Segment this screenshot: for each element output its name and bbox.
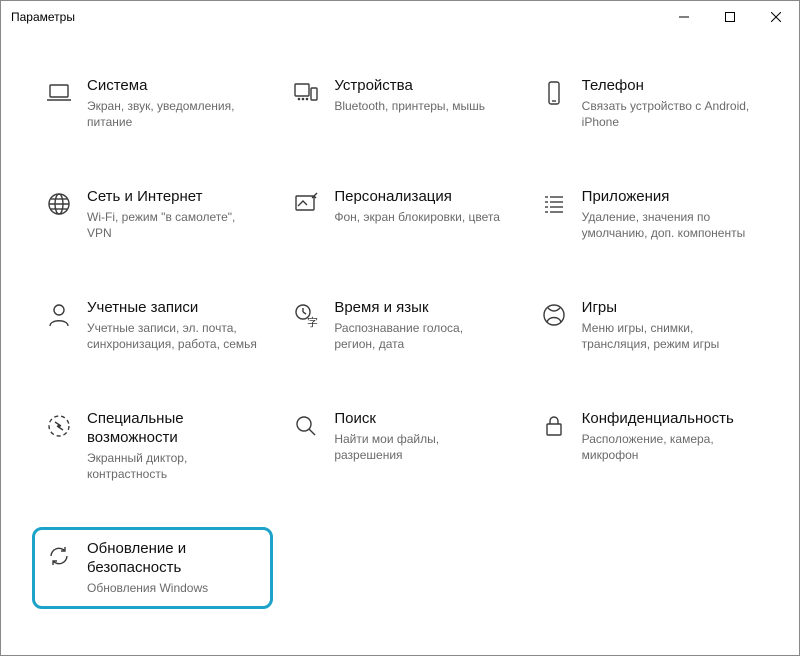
- tile-system[interactable]: Система Экран, звук, уведомления, питание: [41, 73, 264, 134]
- tile-text: Приложения Удаление, значения по умолчани…: [582, 188, 752, 241]
- tile-title: Конфиденциальность: [582, 410, 752, 429]
- tile-desc: Меню игры, снимки, трансляция, режим игр…: [582, 320, 752, 352]
- tile-text: Сеть и Интернет Wi-Fi, режим "в самолете"…: [87, 188, 257, 241]
- tile-title: Игры: [582, 299, 752, 318]
- tile-desc: Bluetooth, принтеры, мышь: [334, 98, 485, 114]
- tile-desc: Обновления Windows: [87, 580, 257, 596]
- devices-icon: [290, 77, 322, 107]
- tile-desc: Учетные записи, эл. почта, синхронизация…: [87, 320, 257, 352]
- window-title: Параметры: [11, 10, 75, 24]
- tile-personalization[interactable]: Персонализация Фон, экран блокировки, цве…: [288, 184, 511, 245]
- tile-desc: Удаление, значения по умолчанию, доп. ко…: [582, 209, 752, 241]
- tile-text: Обновление и безопасность Обновления Wind…: [87, 540, 262, 596]
- tile-desc: Фон, экран блокировки, цвета: [334, 209, 500, 225]
- tile-title: Сеть и Интернет: [87, 188, 257, 207]
- tile-update[interactable]: Обновление и безопасность Обновления Wind…: [32, 527, 273, 609]
- ease-of-access-icon: [43, 410, 75, 440]
- tile-title: Устройства: [334, 77, 485, 96]
- tile-desc: Экран, звук, уведомления, питание: [87, 98, 257, 130]
- tile-desc: Связать устройство с Android, iPhone: [582, 98, 752, 130]
- tile-accounts[interactable]: Учетные записи Учетные записи, эл. почта,…: [41, 295, 264, 356]
- tile-title: Специальные возможности: [87, 410, 262, 448]
- search-icon: [290, 410, 322, 440]
- tile-privacy[interactable]: Конфиденциальность Расположение, камера, …: [536, 406, 759, 486]
- laptop-icon: [43, 77, 75, 107]
- tile-network[interactable]: Сеть и Интернет Wi-Fi, режим "в самолете"…: [41, 184, 264, 245]
- tile-text: Специальные возможностиЭкранный диктор, …: [87, 410, 262, 482]
- tile-text: Телефон Связать устройство с Android, iPh…: [582, 77, 752, 130]
- tile-search[interactable]: Поиск Найти мои файлы, разрешения: [288, 406, 511, 486]
- tile-text: Конфиденциальность Расположение, камера, …: [582, 410, 752, 463]
- content-area: Система Экран, звук, уведомления, питание…: [1, 33, 799, 600]
- tile-text: Учетные записи Учетные записи, эл. почта,…: [87, 299, 257, 352]
- tile-title: Учетные записи: [87, 299, 257, 318]
- minimize-button[interactable]: [661, 1, 707, 33]
- tile-desc: Экранный диктор, контрастность: [87, 450, 257, 482]
- tile-text: Поиск Найти мои файлы, разрешения: [334, 410, 504, 463]
- minimize-icon: [679, 12, 689, 22]
- tile-text: Время и язык Распознавание голоса, регион…: [334, 299, 504, 352]
- tile-devices[interactable]: Устройства Bluetooth, принтеры, мышь: [288, 73, 511, 134]
- tile-title: Телефон: [582, 77, 752, 96]
- window-controls: [661, 1, 799, 33]
- tile-desc: Распознавание голоса, регион, дата: [334, 320, 504, 352]
- tile-time[interactable]: Время и язык Распознавание голоса, регион…: [288, 295, 511, 356]
- maximize-icon: [725, 12, 735, 22]
- tile-desc: Wi-Fi, режим "в самолете", VPN: [87, 209, 257, 241]
- tile-text: Устройства Bluetooth, принтеры, мышь: [334, 77, 485, 114]
- tile-title: Поиск: [334, 410, 504, 429]
- titlebar: Параметры: [1, 1, 799, 33]
- person-icon: [43, 299, 75, 329]
- maximize-button[interactable]: [707, 1, 753, 33]
- tile-title: Приложения: [582, 188, 752, 207]
- close-button[interactable]: [753, 1, 799, 33]
- apps-icon: [538, 188, 570, 218]
- tile-desc: Найти мои файлы, разрешения: [334, 431, 504, 463]
- tile-text: Персонализация Фон, экран блокировки, цве…: [334, 188, 500, 225]
- tile-title: Время и язык: [334, 299, 504, 318]
- tile-text: Система Экран, звук, уведомления, питание: [87, 77, 257, 130]
- settings-grid: Система Экран, звук, уведомления, питание…: [41, 73, 759, 600]
- time-language-icon: [290, 299, 322, 329]
- close-icon: [771, 12, 781, 22]
- tile-title: Система: [87, 77, 257, 96]
- tile-text: Игры Меню игры, снимки, трансляция, режим…: [582, 299, 752, 352]
- tile-ease[interactable]: Специальные возможностиЭкранный диктор, …: [41, 406, 264, 486]
- tile-desc: Расположение, камера, микрофон: [582, 431, 752, 463]
- tile-title: Персонализация: [334, 188, 500, 207]
- update-icon: [43, 540, 75, 570]
- phone-icon: [538, 77, 570, 107]
- tile-phone[interactable]: Телефон Связать устройство с Android, iPh…: [536, 73, 759, 134]
- lock-icon: [538, 410, 570, 440]
- xbox-icon: [538, 299, 570, 329]
- personalization-icon: [290, 188, 322, 218]
- globe-icon: [43, 188, 75, 218]
- tile-gaming[interactable]: Игры Меню игры, снимки, трансляция, режим…: [536, 295, 759, 356]
- tile-apps[interactable]: Приложения Удаление, значения по умолчани…: [536, 184, 759, 245]
- tile-title: Обновление и безопасность: [87, 540, 262, 578]
